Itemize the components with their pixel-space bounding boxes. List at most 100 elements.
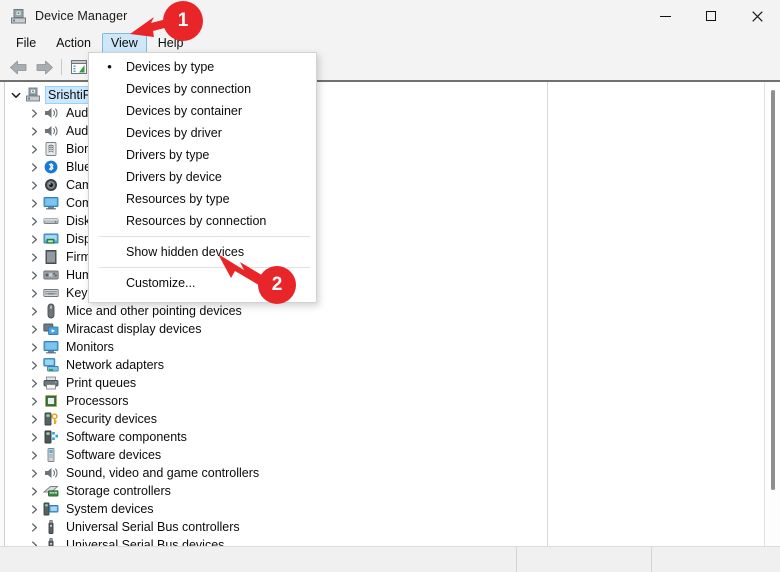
tree-row[interactable]: Miracast display devices [6, 320, 546, 338]
security-key-icon [42, 411, 60, 427]
tree-row[interactable]: Storage controllers [6, 482, 546, 500]
tree-row[interactable]: Sound, video and game controllers [6, 464, 546, 482]
chevron-right-icon[interactable] [26, 177, 42, 193]
tree-row[interactable]: Software components [6, 428, 546, 446]
chevron-right-icon[interactable] [26, 213, 42, 229]
tree-left-strip [0, 82, 5, 546]
chevron-right-icon[interactable] [26, 501, 42, 517]
tree-row[interactable]: Universal Serial Bus controllers [6, 518, 546, 536]
window-title: Device Manager [35, 9, 128, 23]
vertical-scrollbar[interactable] [764, 82, 780, 546]
printer-icon [42, 375, 60, 391]
network-adapter-icon [42, 357, 60, 373]
status-bar [0, 546, 780, 572]
forward-arrow-icon [36, 60, 53, 74]
menu-item[interactable]: Devices by container [89, 100, 316, 122]
tree-row[interactable]: Print queues [6, 374, 546, 392]
chevron-right-icon[interactable] [26, 285, 42, 301]
detail-pane [549, 82, 764, 546]
menu-file[interactable]: File [7, 33, 45, 54]
tree-row[interactable]: Processors [6, 392, 546, 410]
properties-icon [71, 60, 87, 74]
scrollbar-thumb[interactable] [771, 90, 775, 490]
tree-item-label: Security devices [66, 412, 158, 426]
menu-item[interactable]: Devices by connection [89, 78, 316, 100]
menu-action[interactable]: Action [47, 33, 100, 54]
fingerprint-icon [42, 141, 60, 157]
menu-item-label: Drivers by device [126, 170, 222, 184]
chevron-right-icon[interactable] [26, 465, 42, 481]
tree-item-label: Universal Serial Bus controllers [66, 520, 240, 534]
speaker-icon [42, 105, 60, 121]
storage-controller-icon [42, 483, 60, 499]
chevron-right-icon[interactable] [26, 141, 42, 157]
toolbar-separator-1 [61, 59, 62, 75]
tree-row[interactable]: Mice and other pointing devices [6, 302, 546, 320]
menu-bar: File Action View Help [0, 32, 780, 54]
display-adapter-icon [42, 231, 60, 247]
chevron-right-icon[interactable] [26, 519, 42, 535]
chevron-right-icon[interactable] [26, 357, 42, 373]
tree-item-label: Mice and other pointing devices [66, 304, 242, 318]
tree-item-label: Universal Serial Bus devices [66, 538, 225, 546]
tree-item-label: Miracast display devices [66, 322, 202, 336]
chevron-right-icon[interactable] [26, 249, 42, 265]
menu-item-label: Customize... [126, 276, 196, 290]
chevron-right-icon[interactable] [26, 231, 42, 247]
chevron-right-icon[interactable] [26, 447, 42, 463]
menu-item[interactable]: Drivers by type [89, 144, 316, 166]
device-manager-window: Device Manager File Action View Help Sri… [0, 0, 780, 572]
menu-item[interactable]: • Devices by type [89, 56, 316, 78]
menu-item-label: Resources by connection [126, 214, 267, 228]
chevron-right-icon[interactable] [26, 393, 42, 409]
chevron-right-icon[interactable] [26, 123, 42, 139]
speaker-icon [42, 123, 60, 139]
chevron-right-icon[interactable] [26, 267, 42, 283]
system-device-icon [42, 501, 60, 517]
menu-item[interactable]: Devices by driver [89, 122, 316, 144]
chevron-right-icon[interactable] [26, 195, 42, 211]
firmware-icon [42, 249, 60, 265]
menu-view[interactable]: View [101, 32, 147, 54]
keyboard-icon [42, 285, 60, 301]
back-arrow-icon [9, 60, 26, 74]
status-cell-tertiary [652, 547, 780, 572]
forward-button[interactable] [31, 56, 57, 78]
chevron-right-icon[interactable] [26, 159, 42, 175]
back-button[interactable] [5, 56, 31, 78]
camera-icon [42, 177, 60, 193]
chevron-right-icon[interactable] [26, 303, 42, 319]
tree-row[interactable]: Monitors [6, 338, 546, 356]
chevron-right-icon[interactable] [26, 411, 42, 427]
view-dropdown-menu[interactable]: • Devices by type Devices by connection Dev… [88, 52, 317, 303]
software-component-icon [42, 429, 60, 445]
chevron-right-icon[interactable] [26, 537, 42, 546]
radio-bullet-icon: • [107, 59, 112, 74]
chevron-right-icon[interactable] [26, 105, 42, 121]
maximize-button[interactable] [688, 0, 734, 32]
tree-row[interactable]: Network adapters [6, 356, 546, 374]
menu-item-label: Devices by connection [126, 82, 252, 96]
chevron-right-icon[interactable] [26, 429, 42, 445]
annotation-badge-1: 1 [163, 1, 203, 41]
tree-row[interactable]: Security devices [6, 410, 546, 428]
chevron-right-icon[interactable] [26, 483, 42, 499]
tree-item-label: Software components [66, 430, 187, 444]
tree-item-label: Monitors [66, 340, 114, 354]
tree-row[interactable]: Software devices [6, 446, 546, 464]
menu-item[interactable]: Show hidden devices [89, 241, 316, 263]
tree-item-label: Processors [66, 394, 129, 408]
tree-item-label: Print queues [66, 376, 137, 390]
chevron-down-icon[interactable] [8, 87, 24, 103]
chevron-right-icon[interactable] [26, 375, 42, 391]
chevron-right-icon[interactable] [26, 321, 42, 337]
close-button[interactable] [734, 0, 780, 32]
tree-row[interactable]: Universal Serial Bus devices [6, 536, 546, 546]
menu-item[interactable]: Resources by connection [89, 210, 316, 232]
menu-item[interactable]: Resources by type [89, 188, 316, 210]
minimize-button[interactable] [642, 0, 688, 32]
mouse-icon [42, 303, 60, 319]
menu-item[interactable]: Drivers by device [89, 166, 316, 188]
chevron-right-icon[interactable] [26, 339, 42, 355]
tree-row[interactable]: System devices [6, 500, 546, 518]
